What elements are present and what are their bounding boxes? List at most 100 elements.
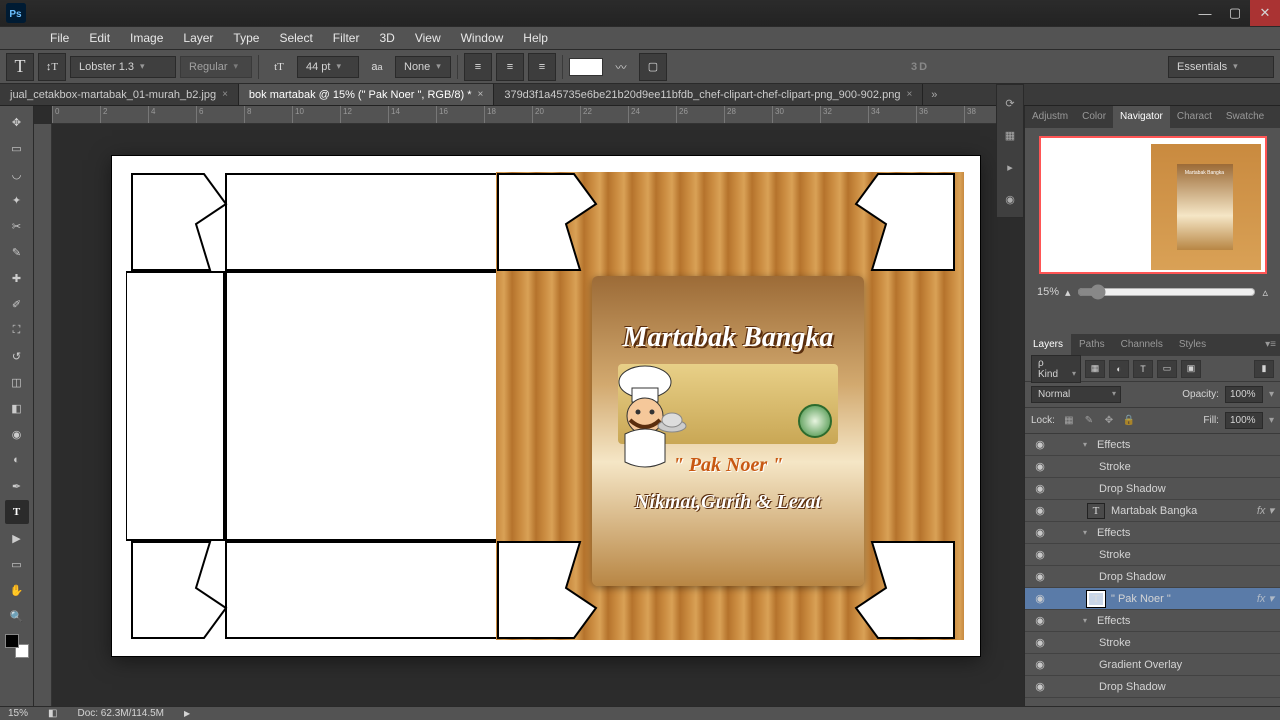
lock-all-icon[interactable]: 🔒	[1121, 413, 1137, 429]
status-zoom[interactable]: 15%	[8, 708, 28, 719]
brush-tool-icon[interactable]: ✐	[5, 292, 29, 316]
visibility-icon[interactable]: ◉	[1031, 614, 1049, 627]
visibility-icon[interactable]: ◉	[1031, 438, 1049, 451]
wand-tool-icon[interactable]: ✦	[5, 188, 29, 212]
antialias-combo[interactable]: None▾	[395, 56, 451, 78]
layer-name[interactable]: " Pak Noer "	[1111, 593, 1171, 605]
fgbg-colors[interactable]	[5, 634, 29, 658]
menu-window[interactable]: Window	[451, 27, 514, 49]
crop-tool-icon[interactable]: ✂	[5, 214, 29, 238]
menu-select[interactable]: Select	[269, 27, 322, 49]
effect-name[interactable]: Drop Shadow	[1099, 483, 1166, 495]
menu-3d[interactable]: 3D	[369, 27, 404, 49]
menu-filter[interactable]: Filter	[323, 27, 370, 49]
document-tab[interactable]: 379d3f1a45735e6be21b20d9ee11bfdb_chef-cl…	[494, 84, 923, 105]
align-right-icon[interactable]: ≡	[528, 53, 556, 81]
panel-tab[interactable]: Navigator	[1113, 106, 1170, 128]
path-select-tool-icon[interactable]: ▶	[5, 526, 29, 550]
zoom-out-icon[interactable]: ▴	[1065, 286, 1071, 299]
text-color-swatch[interactable]	[569, 58, 603, 76]
filter-toggle-icon[interactable]: ▮	[1254, 360, 1274, 378]
zoom-in-icon[interactable]: ▵	[1262, 286, 1268, 299]
close-tab-icon[interactable]: ×	[222, 89, 228, 100]
filter-kind-combo[interactable]: ρ Kind	[1031, 355, 1081, 383]
layer-row[interactable]: ◉Stroke	[1025, 544, 1280, 566]
actions-panel-icon[interactable]: ▦	[1000, 125, 1020, 145]
fx-badge[interactable]: fx ▾	[1257, 504, 1274, 517]
filter-type-icon[interactable]: T	[1133, 360, 1153, 378]
zoom-tool-icon[interactable]: 🔍	[5, 604, 29, 628]
lock-paint-icon[interactable]: ✎	[1081, 413, 1097, 429]
filter-adjust-icon[interactable]: ◐	[1109, 360, 1129, 378]
close-button[interactable]: ✕	[1250, 0, 1280, 26]
layer-row[interactable]: ◉Gradient Overlay	[1025, 654, 1280, 676]
3d-panel-icon[interactable]: ◉	[1000, 189, 1020, 209]
panel-tab[interactable]: Channels	[1113, 334, 1171, 356]
layer-row[interactable]: ◉Stroke	[1025, 456, 1280, 478]
layer-list[interactable]: ◉▾Effects◉Stroke◉Drop Shadow◉TMartabak B…	[1025, 434, 1280, 706]
dodge-tool-icon[interactable]: ◐	[5, 448, 29, 472]
visibility-icon[interactable]: ◉	[1031, 460, 1049, 473]
status-arrow-icon[interactable]: ▶	[184, 709, 190, 718]
eraser-tool-icon[interactable]: ◫	[5, 370, 29, 394]
stamp-tool-icon[interactable]: ⛶	[5, 318, 29, 342]
play-icon[interactable]: ▸	[1000, 157, 1020, 177]
hand-tool-icon[interactable]: ✋	[5, 578, 29, 602]
menu-edit[interactable]: Edit	[79, 27, 120, 49]
layer-row[interactable]: ◉Drop Shadow	[1025, 566, 1280, 588]
font-family-combo[interactable]: Lobster 1.3▾	[70, 56, 176, 78]
marquee-tool-icon[interactable]: ▭	[5, 136, 29, 160]
menu-type[interactable]: Type	[223, 27, 269, 49]
menu-view[interactable]: View	[405, 27, 451, 49]
type-tool-icon[interactable]: T	[5, 500, 29, 524]
layer-row[interactable]: ◉▾Effects	[1025, 434, 1280, 456]
pen-tool-icon[interactable]: ✒	[5, 474, 29, 498]
gradient-tool-icon[interactable]: ◧	[5, 396, 29, 420]
document-tab[interactable]: bok martabak @ 15% (" Pak Noer ", RGB/8)…	[239, 84, 494, 105]
layer-row[interactable]: ◉ Drop Shadow	[1025, 478, 1280, 500]
lasso-tool-icon[interactable]: ◡	[5, 162, 29, 186]
maximize-button[interactable]: ▢	[1220, 0, 1250, 26]
document-canvas[interactable]: Martabak Bangka	[112, 156, 980, 656]
align-center-icon[interactable]: ≡	[496, 53, 524, 81]
history-brush-tool-icon[interactable]: ↺	[5, 344, 29, 368]
layer-row[interactable]: ◉▾Effects	[1025, 610, 1280, 632]
close-tab-icon[interactable]: ×	[906, 89, 912, 100]
menu-layer[interactable]: Layer	[173, 27, 223, 49]
visibility-icon[interactable]: ◉	[1031, 504, 1049, 517]
move-tool-icon[interactable]: ✥	[5, 110, 29, 134]
blur-tool-icon[interactable]: ◉	[5, 422, 29, 446]
visibility-icon[interactable]: ◉	[1031, 526, 1049, 539]
workspace-combo[interactable]: Essentials▾	[1168, 56, 1274, 78]
effect-name[interactable]: Drop Shadow	[1099, 681, 1166, 693]
menu-image[interactable]: Image	[120, 27, 173, 49]
filter-smart-icon[interactable]: ▣	[1181, 360, 1201, 378]
effect-name[interactable]: Effects	[1097, 527, 1130, 539]
nav-zoom-slider[interactable]	[1077, 284, 1257, 300]
visibility-icon[interactable]: ◉	[1031, 636, 1049, 649]
effect-name[interactable]: Stroke	[1099, 549, 1131, 561]
panel-menu-icon[interactable]: ▾≡	[1257, 334, 1280, 356]
fx-badge[interactable]: fx ▾	[1257, 592, 1274, 605]
lock-trans-icon[interactable]: ▦	[1061, 413, 1077, 429]
menu-help[interactable]: Help	[513, 27, 558, 49]
shape-tool-icon[interactable]: ▭	[5, 552, 29, 576]
panel-tab[interactable]: Layers	[1025, 334, 1071, 356]
layer-row[interactable]: ◉T" Pak Noer "fx ▾	[1025, 588, 1280, 610]
panel-tab[interactable]: Styles	[1171, 334, 1214, 356]
effect-name[interactable]: Effects	[1097, 439, 1130, 451]
panel-tab[interactable]: Swatche	[1219, 106, 1271, 128]
panel-tab[interactable]: Paths	[1071, 334, 1113, 356]
document-tab[interactable]: jual_cetakbox-martabak_01-murah_b2.jpg×	[0, 84, 239, 105]
effect-name[interactable]: Drop Shadow	[1099, 571, 1166, 583]
layer-name[interactable]: Martabak Bangka	[1111, 505, 1197, 517]
canvas-area[interactable]: 02468101214161820222426283032343638	[34, 106, 1024, 706]
font-size-combo[interactable]: 44 pt▾	[297, 56, 359, 78]
text-orientation-icon[interactable]: ↕T	[38, 53, 66, 81]
panel-tab[interactable]: Charact	[1170, 106, 1219, 128]
visibility-icon[interactable]: ◉	[1031, 482, 1049, 495]
visibility-icon[interactable]: ◉	[1031, 592, 1049, 605]
close-tab-icon[interactable]: ×	[477, 89, 483, 100]
eyedrop-tool-icon[interactable]: ✎	[5, 240, 29, 264]
align-left-icon[interactable]: ≡	[464, 53, 492, 81]
